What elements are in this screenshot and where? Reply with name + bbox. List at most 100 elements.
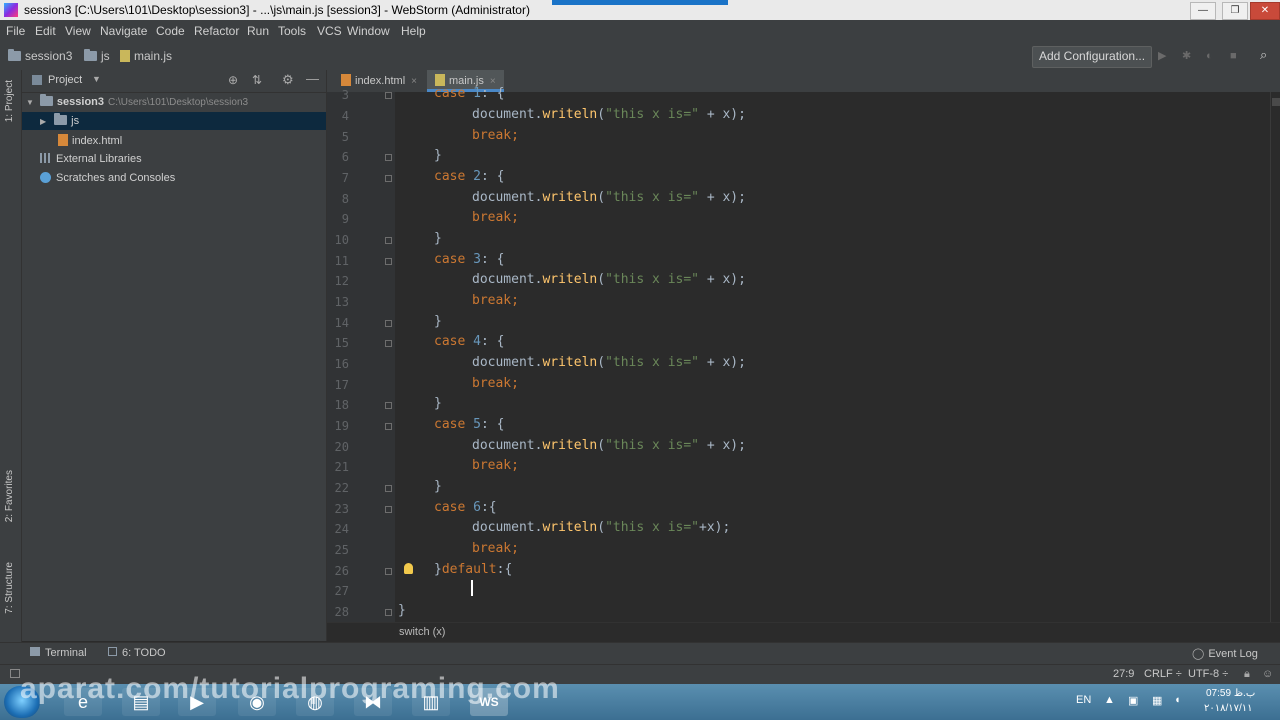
tree-folder-js[interactable]: ▶ js [40, 113, 79, 127]
project-view-selector[interactable]: Project [48, 74, 82, 86]
debug-icon[interactable]: ✱ [1182, 51, 1193, 62]
tree-file-index-html[interactable]: index.html [58, 134, 122, 147]
fold-marker[interactable] [385, 320, 392, 327]
js-file-icon [120, 50, 130, 62]
line-number: 21 [334, 460, 349, 474]
minimize-button[interactable]: — [1190, 2, 1216, 20]
code-line: } [434, 231, 442, 246]
search-icon[interactable]: ⌕ [1260, 48, 1271, 61]
line-number: 13 [334, 295, 349, 309]
folder-icon [54, 113, 68, 125]
language-indicator[interactable]: EN [1076, 694, 1091, 706]
menu-vcs[interactable]: VCS [317, 24, 342, 38]
project-view-icon [32, 75, 42, 85]
nav-crumb-mainjs[interactable]: main.js [120, 49, 172, 63]
webstorm-app-icon [4, 3, 18, 17]
gear-icon[interactable]: ⚙ [282, 72, 294, 88]
line-number: 26 [334, 564, 349, 578]
project-tool-tab[interactable]: 1: Project [4, 80, 15, 122]
code-line: } [434, 396, 442, 411]
tray-app-icon[interactable]: ▣ [1128, 694, 1138, 707]
clock-date[interactable]: ۲۰۱۸/۱۷/۱۱ [1204, 703, 1253, 714]
menu-refactor[interactable]: Refactor [194, 24, 239, 38]
editor-scrollbar[interactable] [1270, 92, 1280, 622]
hide-panel-icon[interactable]: — [306, 71, 319, 86]
html-file-icon [58, 134, 68, 146]
fold-marker[interactable] [385, 485, 392, 492]
scratches-icon [40, 172, 51, 183]
locate-icon[interactable]: ⊕ [228, 73, 238, 87]
nav-crumb-project[interactable]: session3 [8, 49, 72, 63]
menu-navigate[interactable]: Navigate [100, 24, 147, 38]
menu-edit[interactable]: Edit [35, 24, 56, 38]
fold-marker[interactable] [385, 340, 392, 347]
add-configuration-button[interactable]: Add Configuration... [1032, 46, 1153, 68]
fold-marker[interactable] [385, 175, 392, 182]
menu-code[interactable]: Code [156, 24, 185, 38]
tree-scratches[interactable]: Scratches and Consoles [40, 172, 175, 184]
fold-marker[interactable] [385, 423, 392, 430]
code-line: break; [472, 293, 519, 308]
event-log-button[interactable]: ◯ Event Log [1192, 647, 1258, 660]
chevron-down-icon: ▼ [26, 98, 34, 107]
todo-tool-button[interactable]: 6: TODO [108, 647, 166, 659]
close-button[interactable]: ✕ [1250, 2, 1280, 20]
menu-run[interactable]: Run [247, 24, 269, 38]
stop-icon[interactable]: ■ [1230, 51, 1241, 62]
caret-position[interactable]: 27:9 [1113, 668, 1134, 680]
menu-file[interactable]: File [6, 24, 25, 38]
lightbulb-icon[interactable] [404, 563, 413, 574]
menu-view[interactable]: View [65, 24, 91, 38]
menu-help[interactable]: Help [401, 24, 426, 38]
js-file-icon [435, 74, 445, 86]
code-line: document.writeln("this x is=" + x); [472, 438, 746, 453]
collapse-all-icon[interactable]: ⇅ [252, 73, 262, 87]
folder-icon [8, 49, 21, 61]
fold-marker[interactable] [385, 154, 392, 161]
menu-window[interactable]: Window [347, 24, 390, 38]
fold-marker[interactable] [385, 237, 392, 244]
close-icon[interactable]: × [411, 76, 417, 87]
fold-marker[interactable] [385, 258, 392, 265]
line-number: 28 [334, 605, 349, 619]
fold-marker[interactable] [385, 402, 392, 409]
inspector-icon[interactable]: ☺ [1262, 668, 1273, 680]
fold-marker[interactable] [385, 506, 392, 513]
line-number: 4 [341, 109, 349, 123]
breadcrumb-switch[interactable]: switch (x) [399, 626, 445, 638]
line-number: 11 [334, 254, 349, 268]
lock-icon[interactable]: 🔒︎ [1244, 668, 1250, 681]
menu-tools[interactable]: Tools [278, 24, 306, 38]
tree-external-libraries[interactable]: External Libraries [40, 153, 142, 165]
tray-expand-icon[interactable]: ▲ [1104, 694, 1115, 706]
chevron-down-icon[interactable]: ▼ [92, 74, 101, 84]
fold-marker[interactable] [385, 92, 392, 99]
line-number: 18 [334, 398, 349, 412]
code-line: } [434, 314, 442, 329]
terminal-tool-button[interactable]: Terminal [30, 647, 87, 659]
structure-tool-tab[interactable]: 7: Structure [4, 562, 15, 614]
coverage-icon[interactable]: ◐ [1206, 51, 1217, 62]
fold-marker[interactable] [385, 568, 392, 575]
line-number: 14 [334, 316, 349, 330]
fold-marker[interactable] [385, 609, 392, 616]
maximize-button[interactable]: ❐ [1222, 2, 1248, 20]
encoding-selector[interactable]: UTF-8 ÷ [1188, 668, 1228, 680]
nav-crumb-js[interactable]: js [84, 49, 110, 63]
project-panel-header: Project ▼ ⊕ ⇅ ⚙ — [22, 70, 326, 93]
network-icon[interactable]: ▦ [1152, 694, 1162, 707]
line-number: 19 [334, 419, 349, 433]
tree-root-session3[interactable]: ▼ session3 C:\Users\101\Desktop\session3 [26, 94, 248, 108]
line-number: 10 [334, 233, 349, 247]
favorites-tool-tab[interactable]: 2: Favorites [4, 470, 15, 522]
line-number: 15 [334, 336, 349, 350]
run-icon[interactable]: ▶ [1158, 51, 1169, 62]
line-number: 16 [334, 357, 349, 371]
clock-time[interactable]: 07:59 ب.ظ [1206, 688, 1255, 699]
line-number: 22 [334, 481, 349, 495]
line-separator-selector[interactable]: CRLF ÷ [1144, 668, 1182, 680]
line-number: 5 [341, 130, 349, 144]
volume-icon[interactable]: ◖ [1174, 694, 1181, 706]
layout-toggle-icon[interactable] [10, 669, 20, 678]
line-number: 23 [334, 502, 349, 516]
